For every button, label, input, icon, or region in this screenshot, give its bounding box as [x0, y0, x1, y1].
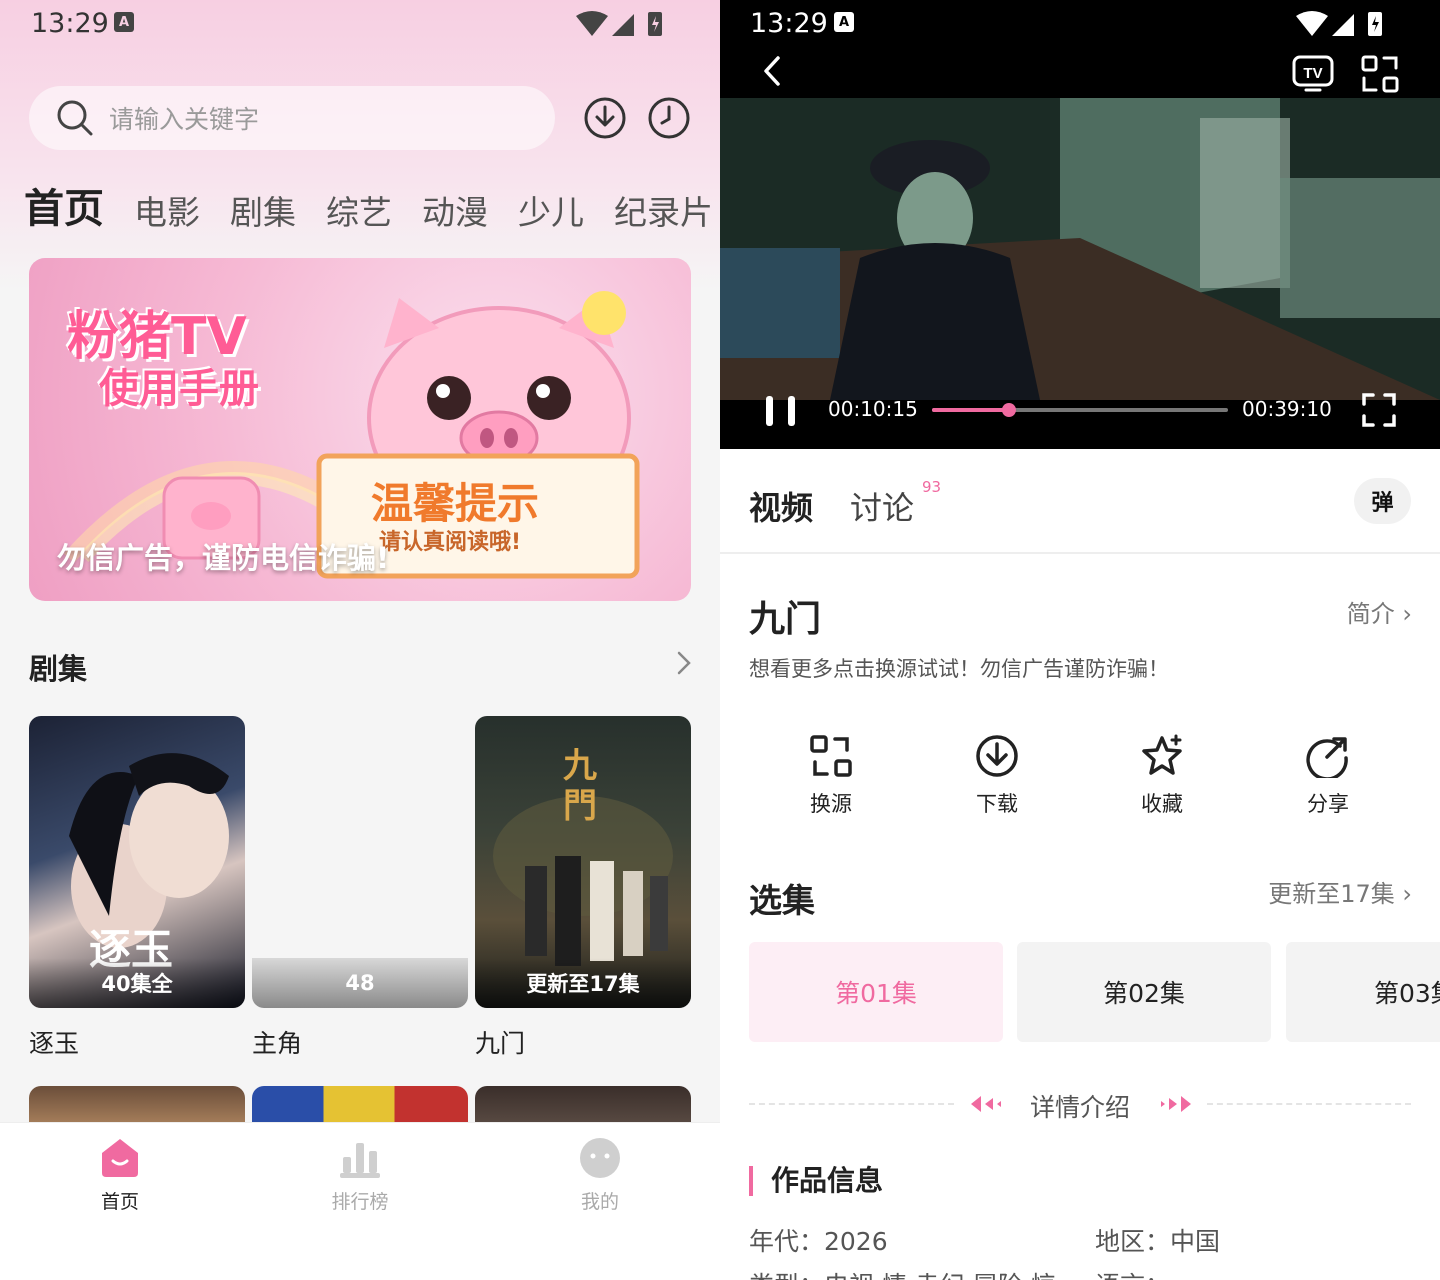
switch-source-icon[interactable]	[1360, 54, 1400, 94]
episode-item[interactable]: 第02集	[1017, 942, 1271, 1042]
tab-kids[interactable]: 少儿	[518, 186, 584, 234]
nav-mine[interactable]: 我的	[540, 1137, 660, 1214]
share-icon	[1306, 737, 1348, 778]
card-title[interactable]: 逐玉	[29, 1024, 79, 1060]
switch-source-icon	[810, 735, 852, 777]
ranking-icon	[340, 1143, 380, 1178]
episode-item[interactable]: 第01集	[749, 942, 1003, 1042]
status-time: 13:29	[31, 8, 109, 39]
banner-title-2: 使用手册	[99, 366, 259, 412]
danmaku-toggle[interactable]: 弹	[1354, 478, 1411, 524]
profile-icon	[580, 1138, 620, 1178]
nav-home[interactable]: 首页	[60, 1137, 180, 1214]
arrow-right-icon	[1161, 1096, 1191, 1112]
video-scene	[720, 98, 1440, 400]
action-label: 下载	[976, 792, 1018, 816]
tab-variety[interactable]: 综艺	[326, 186, 392, 234]
fullscreen-icon[interactable]	[1361, 392, 1397, 428]
back-icon[interactable]	[760, 54, 784, 88]
favorite-button[interactable]: 收藏	[1102, 734, 1222, 818]
tab-series[interactable]: 剧集	[230, 186, 296, 234]
info-language: 语言：	[1095, 1266, 1170, 1280]
tab-anime[interactable]: 动漫	[422, 186, 488, 234]
episodes-update-link[interactable]: 更新至17集 ›	[1268, 874, 1412, 909]
poster-card[interactable]: 48	[252, 716, 468, 1008]
info-region: 地区：中国	[1095, 1227, 1221, 1256]
status-a-icon: A	[114, 12, 134, 32]
card-title[interactable]: 九门	[475, 1024, 525, 1060]
episodes-title: 选集	[749, 881, 815, 920]
chevron-right-icon[interactable]	[674, 650, 694, 676]
switch-source-button[interactable]: 换源	[771, 734, 891, 818]
notice-text: 想看更多点击换源试试！勿信广告谨防诈骗！	[749, 657, 1169, 681]
status-a-icon: A	[834, 12, 854, 32]
tab-documentary[interactable]: 纪录片	[614, 186, 713, 234]
status-badge: 40集全	[29, 958, 245, 1008]
action-label: 分享	[1307, 792, 1349, 816]
search-input[interactable]: 请输入关键字	[29, 86, 555, 150]
show-title: 九门	[749, 599, 822, 640]
episode-item[interactable]: 第03集	[1286, 942, 1440, 1042]
download-icon[interactable]	[583, 96, 627, 140]
current-time: 00:10:15	[828, 397, 918, 421]
intro-link[interactable]: 简介 ›	[1347, 594, 1412, 629]
status-badge: 更新至17集	[475, 958, 691, 1008]
discussion-count: 93	[922, 478, 942, 496]
pause-icon[interactable]	[764, 394, 800, 428]
poster-card[interactable]: 逐玉 40集全	[29, 716, 245, 1008]
seek-handle[interactable]	[1001, 403, 1016, 417]
status-icons	[576, 11, 662, 36]
history-icon[interactable]	[647, 96, 691, 140]
card-title[interactable]: 主角	[252, 1024, 302, 1060]
tab-video[interactable]: 视频	[749, 483, 813, 529]
home-screen: 13:29 A 请输入关键字 首页 电影 剧集 综艺 动漫 少儿 纪录片 知	[0, 0, 720, 1280]
tv-cast-icon[interactable]: TV	[1292, 54, 1334, 94]
nav-label: 首页	[100, 1191, 139, 1213]
section-title: 剧集	[29, 652, 88, 686]
nav-ranking[interactable]: 排行榜	[300, 1137, 420, 1214]
status-icons	[1296, 11, 1382, 36]
search-placeholder: 请输入关键字	[109, 105, 260, 134]
download-icon	[976, 735, 1018, 777]
detail-divider: 详情介绍	[749, 1086, 1411, 1122]
divider-line	[749, 1103, 954, 1105]
category-tabs: 首页 电影 剧集 综艺 动漫 少儿 纪录片 知	[24, 178, 720, 234]
info-type: 类型：电视,情,幸纪,冒险,惊	[749, 1266, 1056, 1280]
action-label: 收藏	[1141, 792, 1183, 816]
banner[interactable]: 粉猪TV 使用手册 温馨提示 请认真阅读哦! 勿信广告，谨防电信诈骗!	[29, 258, 691, 601]
status-badge: 48	[252, 958, 468, 1008]
star-icon	[1142, 734, 1182, 775]
nav-label: 我的	[580, 1191, 619, 1213]
arrow-left-icon	[971, 1096, 1001, 1112]
tab-discussion[interactable]: 讨论	[850, 483, 914, 529]
total-time: 00:39:10	[1242, 397, 1332, 421]
status-time: 13:29	[750, 8, 828, 39]
action-label: 换源	[810, 792, 852, 816]
bottom-nav: 首页 排行榜 我的	[0, 1122, 720, 1280]
content-tabs: 视频 讨论 93 弹	[720, 450, 1440, 554]
seek-bar[interactable]	[932, 400, 1228, 420]
danmaku-label: 弹	[1371, 491, 1394, 516]
banner-caption: 勿信广告，谨防电信诈骗!	[57, 541, 390, 575]
info-year: 年代：2026	[749, 1227, 888, 1256]
divider-label: 详情介绍	[1030, 1093, 1131, 1122]
tab-movie[interactable]: 电影	[134, 186, 200, 234]
nav-label: 排行榜	[331, 1191, 389, 1213]
video-frame[interactable]	[720, 98, 1440, 400]
detail-screen: 13:29 A TV 00:10:15 00:39:10 视频 讨论 93 弹 …	[720, 0, 1440, 1280]
share-button[interactable]: 分享	[1268, 734, 1388, 818]
banner-sign-sub: 请认真阅读哦!	[379, 530, 522, 555]
tv-icon-label: TV	[1303, 65, 1322, 82]
tab-home[interactable]: 首页	[24, 176, 104, 234]
divider-line	[1207, 1103, 1411, 1105]
seek-progress	[932, 408, 1009, 412]
banner-sign-main: 温馨提示	[371, 479, 540, 528]
home-icon	[102, 1139, 138, 1177]
info-section-title: 作品信息	[749, 1166, 883, 1196]
download-button[interactable]: 下载	[937, 734, 1057, 818]
poster-title-art: 九門	[563, 746, 597, 826]
video-player[interactable]: 13:29 A TV 00:10:15 00:39:10	[720, 0, 1440, 449]
search-icon	[57, 100, 93, 136]
poster-card[interactable]: 九門 更新至17集	[475, 716, 691, 1008]
